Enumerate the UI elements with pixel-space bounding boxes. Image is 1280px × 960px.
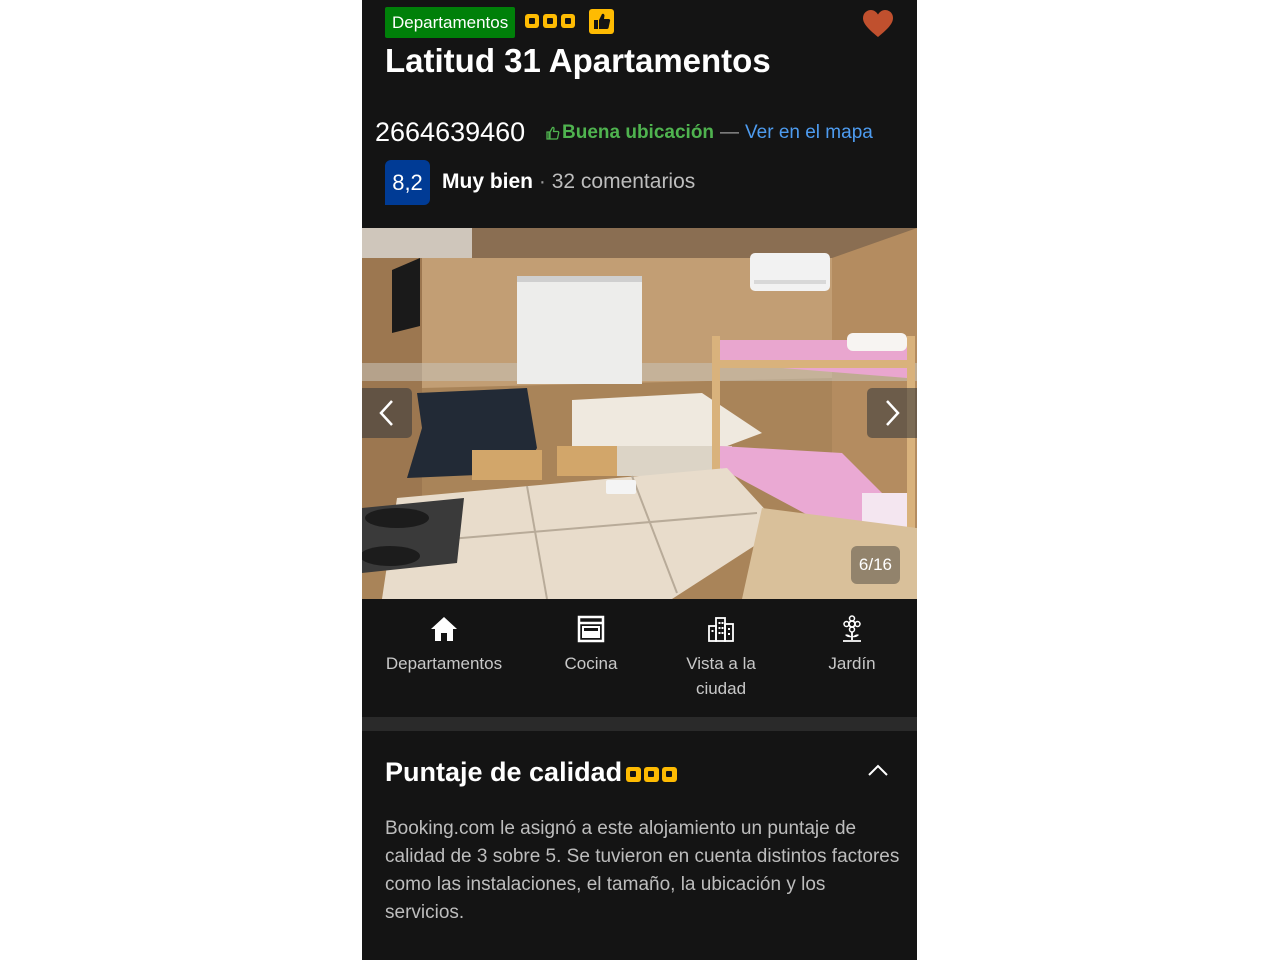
thumbs-up-icon <box>546 126 560 140</box>
review-score-word: Muy bien <box>442 170 534 193</box>
star-icon <box>525 14 539 28</box>
quality-section: Puntaje de calidad Booking.com le asignó… <box>362 731 917 960</box>
separator: — <box>720 122 740 143</box>
property-screen: Departamentos Latitud 31 Apartamentos 26… <box>362 0 917 960</box>
chevron-left-icon <box>379 400 393 426</box>
property-title: Latitud 31 Apartamentos <box>385 42 771 79</box>
facility-label: Vista a la ciudad <box>686 654 756 698</box>
location-rating: Buena ubicación <box>546 122 714 144</box>
facility-item: Jardín <box>802 615 902 676</box>
facility-label: Departamentos <box>385 654 503 673</box>
phone-number: 2664639460 <box>375 117 526 147</box>
quality-title: Puntaje de calidad <box>385 757 623 787</box>
photo-gallery[interactable]: 6/16 <box>362 228 917 599</box>
property-header: Departamentos Latitud 31 Apartamentos 26… <box>362 0 917 228</box>
flower-icon <box>802 615 902 649</box>
chevron-right-icon <box>886 400 900 426</box>
oven-icon <box>542 615 640 649</box>
star-icon <box>543 14 557 28</box>
thumbs-up-icon <box>589 9 614 34</box>
next-photo-button[interactable] <box>867 388 917 438</box>
review-summary[interactable]: Muy bien · 32 comentarios <box>442 170 695 194</box>
separator: · <box>538 170 546 193</box>
facility-label: Cocina <box>564 654 618 673</box>
view-map-link[interactable]: Ver en el mapa <box>745 122 873 144</box>
section-divider <box>362 717 917 731</box>
review-score-badge[interactable]: 8,2 <box>385 160 430 205</box>
room-photo <box>362 228 917 599</box>
review-count: 32 comentarios <box>551 170 696 193</box>
star-icon <box>626 767 641 782</box>
property-type-badge: Departamentos <box>385 7 516 38</box>
star-rating <box>525 14 575 28</box>
home-icon <box>376 615 512 649</box>
photo-counter: 6/16 <box>850 546 900 584</box>
quality-stars <box>626 767 677 782</box>
facility-label: Jardín <box>828 654 876 673</box>
location-row: Buena ubicación — Ver en el mapa <box>546 122 873 144</box>
star-icon <box>662 767 677 782</box>
facilities-row: Departamentos Cocina Vista a la ciudad J… <box>362 599 917 717</box>
star-icon <box>561 14 575 28</box>
location-label: Buena ubicación <box>562 122 715 143</box>
facility-item: Cocina <box>542 615 640 676</box>
quality-description: Booking.com le asignó a este alojamiento… <box>385 818 900 923</box>
heart-icon[interactable] <box>862 9 894 39</box>
facility-item: Departamentos <box>376 615 512 676</box>
prev-photo-button[interactable] <box>362 388 412 438</box>
city-icon <box>670 615 772 649</box>
facility-item: Vista a la ciudad <box>670 615 772 701</box>
star-icon <box>644 767 659 782</box>
chevron-up-icon[interactable] <box>866 761 890 779</box>
